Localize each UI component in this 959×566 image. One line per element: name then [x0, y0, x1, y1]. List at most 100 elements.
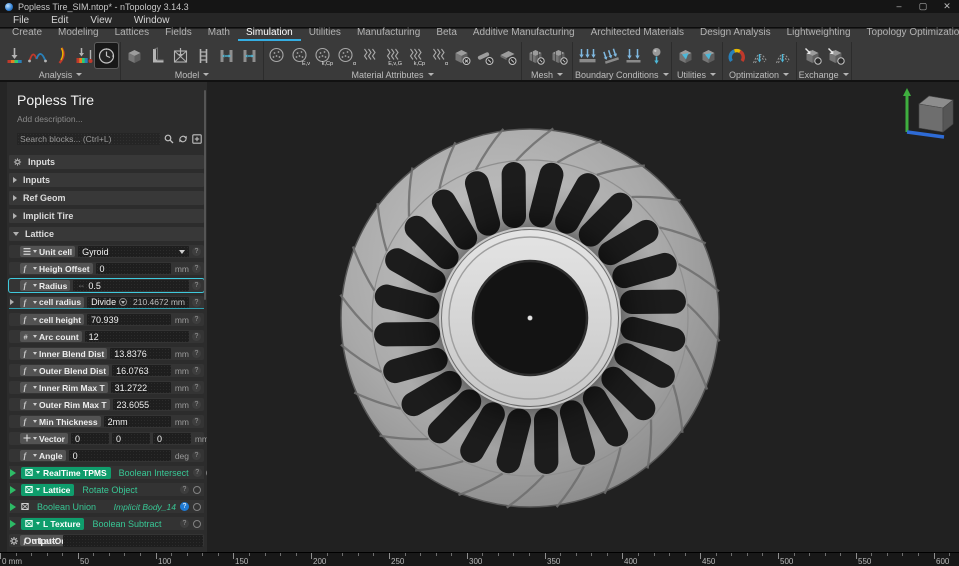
dropdown-caret-icon[interactable]	[179, 250, 185, 254]
param-radius[interactable]: fRadius⇔0.5?	[9, 279, 204, 292]
static-analysis-icon[interactable]	[3, 43, 26, 68]
add-block-icon[interactable]	[192, 134, 202, 144]
export-fe-icon[interactable]	[824, 43, 847, 68]
ribbon-group-label[interactable]: Utilities	[677, 69, 716, 80]
tab-beta[interactable]: Beta	[428, 27, 465, 41]
search-icon[interactable]	[164, 134, 174, 144]
menu-file[interactable]: File	[2, 15, 40, 26]
sidebar-scrollbar[interactable]	[204, 90, 206, 300]
play-icon[interactable]	[10, 520, 16, 528]
buckling-analysis-icon[interactable]	[49, 43, 72, 68]
param-value-input[interactable]: 23.6055	[113, 399, 171, 410]
notebook-title[interactable]: Popless Tire	[17, 92, 204, 108]
assign-material-body-icon[interactable]	[450, 43, 473, 68]
tab-design-analysis[interactable]: Design Analysis	[692, 27, 779, 41]
material-icon[interactable]	[266, 43, 289, 68]
tab-fields[interactable]: Fields	[157, 27, 200, 41]
maximize-button[interactable]: ▢	[911, 0, 935, 13]
visibility-ring-icon[interactable]	[193, 486, 201, 494]
param-value-input[interactable]: 31.2722	[111, 382, 171, 393]
material-alpha-icon[interactable]: α	[335, 43, 358, 68]
tab-modeling[interactable]: Modeling	[50, 27, 107, 41]
info-icon[interactable]: ?	[192, 451, 201, 460]
info-icon[interactable]: ?	[180, 485, 189, 494]
param-inner-rim-max-t[interactable]: fInner Rim Max T31.2722mm?	[9, 381, 204, 394]
slanted-load-icon[interactable]	[599, 43, 622, 68]
param-value-input[interactable]: Gyroid	[78, 246, 189, 257]
chevron-down-icon[interactable]	[13, 232, 19, 236]
param-outer-rim-max-t[interactable]: fOuter Rim Max T23.6055mm?	[9, 398, 204, 411]
utility-probe-icon[interactable]	[697, 43, 720, 68]
vector-component-input[interactable]: 0	[71, 433, 109, 444]
param-value-input[interactable]: Divide210.4672 mm	[87, 297, 189, 308]
fe-lattice-model-icon[interactable]	[169, 43, 192, 68]
field-optimize-icon[interactable]	[748, 43, 771, 68]
section-inputs[interactable]: Inputs	[9, 173, 204, 187]
param-value-input[interactable]: 70.939	[87, 314, 171, 325]
play-icon[interactable]	[10, 503, 16, 511]
mesh-refine-icon[interactable]	[547, 43, 570, 68]
info-icon[interactable]: ?	[180, 502, 189, 511]
displacement-icon[interactable]	[622, 43, 645, 68]
section-lattice[interactable]: Lattice	[9, 227, 204, 241]
tab-create[interactable]: Create	[4, 27, 50, 41]
play-icon[interactable]	[10, 469, 16, 477]
chevron-right-icon[interactable]	[13, 195, 17, 201]
fe-model-icon[interactable]	[123, 43, 146, 68]
modal-analysis-icon[interactable]	[26, 43, 49, 68]
tab-lightweighting[interactable]: Lightweighting	[779, 27, 859, 41]
minimize-button[interactable]: –	[887, 0, 911, 13]
menu-view[interactable]: View	[79, 15, 123, 26]
output-row[interactable]: Output:	[9, 534, 203, 548]
sync-icon[interactable]	[178, 134, 188, 144]
fe-component-icon[interactable]	[146, 43, 169, 68]
ribbon-group-label[interactable]: Analysis	[39, 69, 83, 80]
field-constraint-icon[interactable]	[771, 43, 794, 68]
info-icon[interactable]: ?	[193, 468, 202, 477]
info-icon[interactable]: ?	[192, 366, 201, 375]
anisotropic-evg-icon[interactable]: E,ν,G	[381, 43, 404, 68]
fe-contact-icon[interactable]	[215, 43, 238, 68]
fe-shell-model-icon[interactable]	[192, 43, 215, 68]
ribbon-group-label[interactable]: Optimization	[729, 69, 789, 80]
tab-architected-materials[interactable]: Architected Materials	[583, 27, 692, 41]
menu-window[interactable]: Window	[123, 15, 181, 26]
param-value-input[interactable]: 12	[85, 331, 189, 342]
param-cell-radius[interactable]: fcell radiusDivide210.4672 mm?	[9, 296, 204, 309]
search-input[interactable]: Search blocks... (Ctrl+L)	[17, 133, 160, 145]
method-dropdown-icon[interactable]	[119, 298, 127, 306]
info-icon[interactable]: ?	[192, 264, 201, 273]
section-inputs[interactable]: Inputs	[9, 155, 204, 169]
param-unit-cell[interactable]: Unit cellGyroid?	[9, 245, 204, 258]
info-icon[interactable]: ?	[192, 281, 201, 290]
pressure-load-icon[interactable]	[576, 43, 599, 68]
tab-lattices[interactable]: Lattices	[107, 27, 157, 41]
assign-material-shell-icon[interactable]	[496, 43, 519, 68]
tab-manufacturing[interactable]: Manufacturing	[349, 27, 428, 41]
param-vector[interactable]: Vector000mm?	[9, 432, 204, 445]
param-heigh-offset[interactable]: fHeigh Offset0mm?	[9, 262, 204, 275]
param-value-input[interactable]: 2mm	[104, 416, 171, 427]
menu-edit[interactable]: Edit	[40, 15, 79, 26]
vector-component-input[interactable]: 0	[112, 433, 150, 444]
viewport-3d[interactable]	[207, 82, 959, 552]
ribbon-group-label[interactable]: Boundary Conditions	[575, 69, 669, 80]
param-cell-height[interactable]: fcell height70.939mm?	[9, 313, 204, 326]
anisotropic-material-icon[interactable]	[358, 43, 381, 68]
info-icon[interactable]: ?	[192, 315, 201, 324]
info-icon[interactable]: ?	[192, 349, 201, 358]
tire-model[interactable]	[207, 82, 959, 552]
vector-component-input[interactable]: 0	[153, 433, 191, 444]
info-icon[interactable]: ?	[192, 383, 201, 392]
topology-optimize-icon[interactable]	[725, 43, 748, 68]
ribbon-group-label[interactable]: Model	[175, 69, 210, 80]
block-l-texture[interactable]: L TextureBoolean Subtract?	[9, 517, 204, 530]
anisotropic-kcp-icon[interactable]: k,Cp	[404, 43, 427, 68]
param-outer-blend-dist[interactable]: fOuter Blend Dist16.0763mm?	[9, 364, 204, 377]
info-icon[interactable]: ?	[192, 247, 201, 256]
tab-utilities[interactable]: Utilities	[301, 27, 349, 41]
chevron-right-icon[interactable]	[10, 299, 14, 305]
realtime-analysis-icon[interactable]	[95, 43, 118, 68]
param-value-input[interactable]: ⇔0.5	[73, 280, 189, 291]
info-icon[interactable]: ?	[192, 400, 201, 409]
